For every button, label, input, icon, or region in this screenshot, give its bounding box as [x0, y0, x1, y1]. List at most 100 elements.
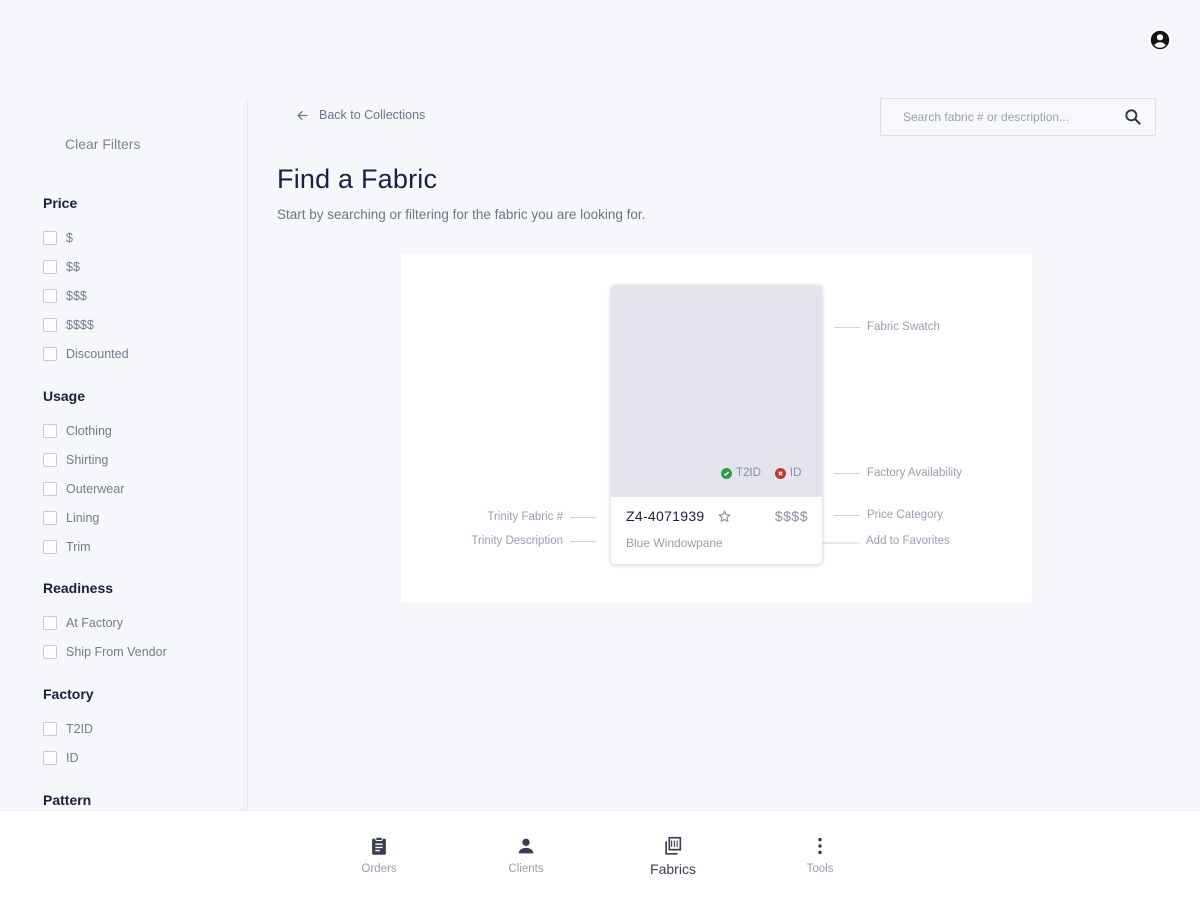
callout-label: Price Category [867, 509, 944, 521]
filter-option-shirting[interactable]: Shirting [43, 445, 243, 474]
checkbox[interactable] [43, 615, 57, 630]
filter-option-price-3[interactable]: $$$ [43, 281, 243, 310]
nav-label: Fabrics [650, 861, 696, 877]
filter-option-outerwear[interactable]: Outerwear [43, 474, 243, 503]
filter-group-usage: Usage Clothing Shirting Outerwear Lining… [43, 386, 243, 561]
callout-trinity-description: Trinity Description [471, 535, 596, 547]
filter-group-title: Factory [43, 686, 94, 702]
page-title: Find a Fabric [277, 164, 438, 194]
checkbox[interactable] [43, 539, 57, 554]
check-circle-icon [721, 467, 732, 479]
checkbox[interactable] [43, 644, 57, 659]
clipboard-icon [372, 836, 386, 855]
checkbox[interactable] [43, 481, 57, 496]
checkbox[interactable] [43, 317, 57, 332]
filter-option-price-2[interactable]: $$ [43, 252, 243, 281]
filter-group-price: Price $ $$ $$$ $$$$ Discounted [43, 193, 243, 368]
callout-add-to-favorites: Add to Favorites [866, 535, 950, 547]
filter-option-label: $$$$ [66, 317, 94, 332]
search-input[interactable] [901, 109, 1115, 125]
filter-group-pattern: Pattern [43, 790, 243, 810]
filter-option-lining[interactable]: Lining [43, 503, 243, 532]
callout-label: Trinity Description [471, 535, 563, 547]
filter-option-trim[interactable]: Trim [43, 532, 243, 561]
callout-label: Factory Availability [867, 467, 963, 479]
filter-option-label: Clothing [66, 423, 112, 438]
fabric-description: Blue Windowpane [626, 536, 723, 550]
price-category: $$$$ [774, 508, 808, 524]
checkbox[interactable] [43, 510, 57, 525]
filter-option-label: At Factory [66, 615, 123, 630]
filter-option-price-1[interactable]: $ [43, 223, 243, 252]
page-subtitle: Start by searching or filtering for the … [277, 207, 646, 222]
callout-label: Trinity Fabric # [487, 511, 563, 523]
callout-line [570, 540, 596, 542]
factory-availability: T2ID ID [721, 467, 801, 479]
nav-item-tools[interactable]: Tools [780, 835, 860, 875]
callout-line [834, 472, 860, 474]
callout-factory-availability: Factory Availability [834, 467, 962, 479]
back-to-collections-link[interactable]: Back to Collections [296, 108, 425, 122]
availability-label-id: ID [789, 467, 802, 479]
callout-line [834, 514, 860, 516]
filter-option-label: T2ID [66, 721, 94, 736]
filter-option-id[interactable]: ID [43, 743, 243, 772]
filter-option-discounted[interactable]: Discounted [43, 339, 243, 368]
checkbox[interactable] [43, 750, 57, 765]
nav-label: Orders [361, 863, 397, 875]
filter-option-clothing[interactable]: Clothing [43, 416, 243, 445]
checkbox[interactable] [43, 423, 57, 438]
filter-option-label: Outerwear [66, 481, 125, 496]
search-icon[interactable] [1123, 107, 1143, 127]
fabric-card-legend-illustration: T2ID ID Z4-4071939 $$$$ Blue Windowpane … [401, 254, 1032, 603]
filter-option-label: $$ [66, 259, 80, 274]
callout-line [570, 516, 596, 518]
filter-option-label: Trim [66, 539, 91, 554]
filter-option-label: Discounted [66, 346, 129, 361]
nav-item-clients[interactable]: Clients [486, 835, 566, 875]
filter-option-at-factory[interactable]: At Factory [43, 608, 243, 637]
callout-label: Fabric Swatch [867, 321, 940, 333]
nav-item-orders[interactable]: Orders [339, 835, 419, 875]
filter-option-label: $$$ [66, 288, 87, 303]
callout-label: Add to Favorites [866, 535, 950, 547]
fabric-number: Z4-4071939 [626, 508, 705, 524]
filter-group-title: Pattern [43, 792, 92, 808]
checkbox[interactable] [43, 288, 57, 303]
checkbox[interactable] [43, 259, 57, 274]
checkbox[interactable] [43, 721, 57, 736]
filter-sidebar: Clear Filters Price $ $$ $$$ $$$$ Discou… [0, 100, 248, 810]
cancel-circle-icon [774, 467, 786, 479]
nav-label: Clients [508, 863, 544, 875]
person-icon [518, 838, 534, 854]
star-outline-icon[interactable] [717, 509, 732, 524]
filter-group-title: Readiness [43, 580, 114, 596]
search-box [880, 98, 1156, 136]
filter-option-label: Shirting [66, 452, 109, 467]
filter-option-t2id[interactable]: T2ID [43, 714, 243, 743]
nav-item-fabrics[interactable]: Fabrics [633, 835, 713, 877]
filter-option-label: Ship From Vendor [66, 644, 167, 659]
filter-group-title: Price [43, 195, 78, 211]
account-button[interactable] [1149, 29, 1171, 51]
bottom-navigation: Orders Clients Fabrics Tools [0, 810, 1200, 900]
checkbox[interactable] [43, 452, 57, 467]
callout-trinity-fabric-number: Trinity Fabric # [487, 511, 596, 523]
clear-filters-button[interactable]: Clear Filters [65, 136, 140, 152]
arrow-left-icon [297, 110, 308, 120]
filter-option-ship-from-vendor[interactable]: Ship From Vendor [43, 637, 243, 666]
back-link-label: Back to Collections [319, 108, 426, 122]
more-vertical-icon [818, 837, 822, 855]
filter-group-title: Usage [43, 388, 86, 404]
filter-option-label: $ [66, 230, 73, 245]
callout-fabric-swatch: Fabric Swatch [834, 321, 940, 333]
checkbox[interactable] [43, 230, 57, 245]
fabric-swatch-icon [665, 836, 682, 855]
filter-option-price-4[interactable]: $$$$ [43, 310, 243, 339]
checkbox[interactable] [43, 346, 57, 361]
filter-option-label: ID [66, 750, 79, 765]
fabric-swatch [611, 285, 822, 497]
app-root: Clear Filters Price $ $$ $$$ $$$$ Discou… [0, 0, 1200, 900]
filter-group-readiness: Readiness At Factory Ship From Vendor [43, 578, 243, 666]
nav-label: Tools [806, 863, 834, 875]
